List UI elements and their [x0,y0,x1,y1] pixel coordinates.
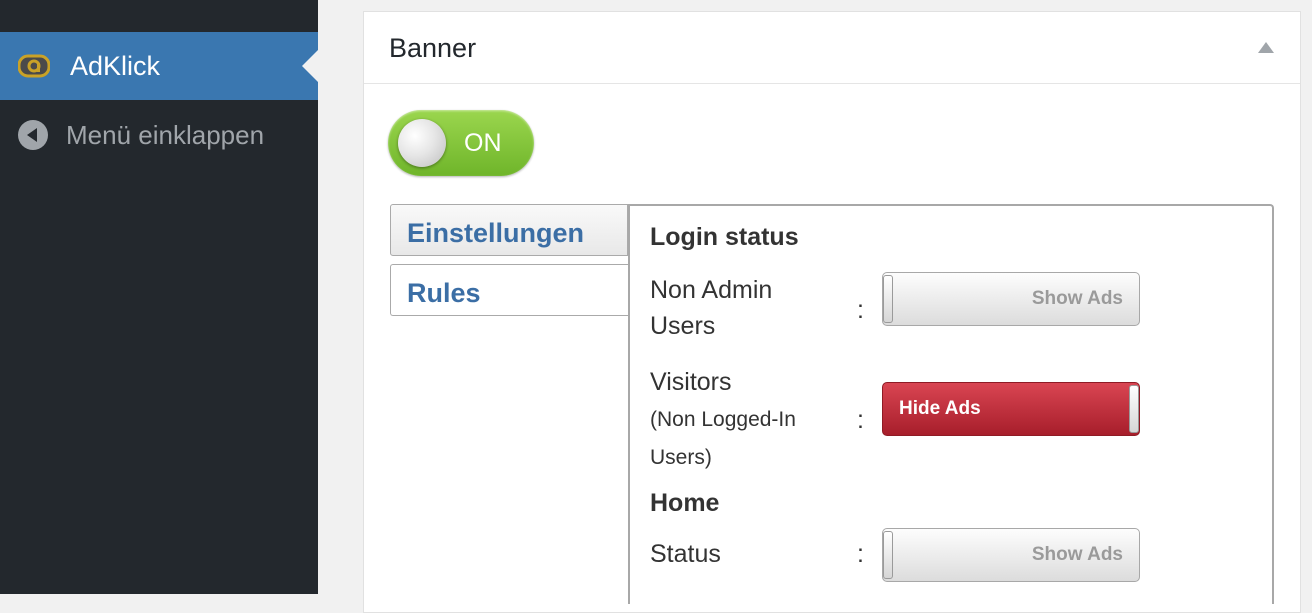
visitors-label-line3: Users) [650,446,712,469]
postbox-title: Banner [389,33,477,63]
toggle-label: Show Ads [1031,288,1123,309]
visitors-label-line2: (Non Logged-In [650,408,796,431]
home-status-colon: : [857,540,864,568]
collapse-menu-button[interactable]: Menü einklappen [0,110,318,160]
visitors-colon: : [857,406,864,434]
toggle-label: Hide Ads [899,398,981,419]
non-admin-ads-toggle[interactable]: Show Ads [882,272,1140,326]
toggle-label: Show Ads [1031,544,1123,565]
home-heading: Home [650,489,720,517]
tab-rules[interactable]: Rules [390,264,630,316]
triangle-up-icon[interactable] [1258,42,1274,53]
toggle-knob [398,119,446,167]
visitors-label-line1: Visitors [650,368,732,396]
visitors-ads-toggle[interactable]: Hide Ads [882,382,1140,436]
toggle-handle [1129,385,1139,433]
toggle-handle [883,275,893,323]
collapse-menu-label: Menü einklappen [66,120,265,150]
non-admin-colon: : [857,296,864,324]
postbox-header: Banner [364,12,1300,84]
non-admin-label-line1: Non Admin [650,276,773,304]
toggle-on-label: ON [464,129,502,157]
tab-einstellungen[interactable]: Einstellungen [390,204,628,256]
login-status-heading: Login status [650,223,799,251]
toggle-handle [883,531,893,579]
sidebar-item-label: AdKlick [70,51,161,81]
adklick-logo-icon [18,54,50,78]
non-admin-label-line2: Users [650,312,716,340]
home-status-ads-toggle[interactable]: Show Ads [882,528,1140,582]
tab-label: Einstellungen [407,218,585,248]
home-status-label: Status [650,540,721,568]
tab-label: Rules [407,278,481,308]
banner-enable-toggle[interactable]: ON [388,110,534,176]
admin-sidebar: AdKlick Menü einklappen [0,0,318,594]
arrow-left-circle-icon [18,120,48,150]
sidebar-item-adklick[interactable]: AdKlick [0,32,318,100]
